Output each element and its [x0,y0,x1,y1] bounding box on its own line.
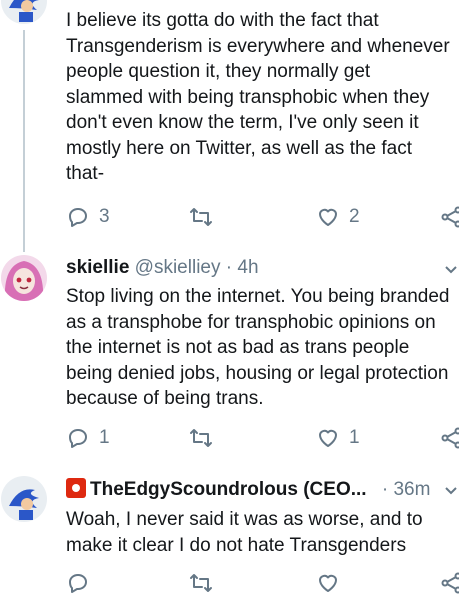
tweet-2[interactable]: skiellie @skielliey · 4h Stop living on … [0,250,459,465]
reply-button[interactable]: 1 [66,426,110,450]
separator-dot: · [381,479,389,500]
tweet-text: Stop living on the internet. You being b… [66,286,450,409]
share-icon [441,572,459,594]
reply-icon [69,574,87,593]
tweet-text: Woah, I never said it was as worse, and … [66,509,423,556]
tweet-header: TheEdgyScoundrolous (CEO... · 36m [66,478,430,501]
like-count: 1 [349,427,360,448]
tweet-3[interactable]: TheEdgyScoundrolous (CEO... · 36m Woah, … [0,470,459,600]
reply-button[interactable]: 3 [66,205,110,229]
avatar-edgy[interactable] [1,0,47,24]
chevron-down-icon[interactable] [444,263,458,277]
reply-button[interactable] [66,571,90,595]
like-count: 2 [349,206,360,227]
avatar-skiellie[interactable] [1,255,47,301]
retweet-icon [190,429,212,447]
like-button[interactable] [316,571,340,595]
reply-icon [69,429,87,448]
display-name[interactable]: skiellie [66,257,129,278]
like-button[interactable]: 1 [316,426,360,450]
retweet-button[interactable] [188,571,214,595]
like-icon [319,429,337,447]
tweet-header: skiellie @skielliey · 4h [66,257,259,279]
chevron-down-icon[interactable] [444,484,458,498]
retweet-icon [190,574,212,592]
share-button[interactable] [440,205,459,229]
like-icon [319,208,337,226]
like-button[interactable]: 2 [316,205,360,229]
flag-icon [66,478,86,498]
thread-line [23,30,25,252]
tweet-1[interactable]: I believe its gotta do with the fact tha… [0,0,459,252]
like-icon [319,574,337,592]
retweet-icon [190,208,212,226]
display-name[interactable]: TheEdgyScoundrolous (CEO... [90,479,367,500]
user-handle[interactable]: @skielliey [135,257,221,278]
retweet-button[interactable] [188,426,214,450]
reply-count: 1 [99,427,110,448]
share-icon [441,206,459,228]
reply-count: 3 [99,206,110,227]
tweet-text: I believe its gotta do with the fact tha… [66,10,450,184]
share-icon [441,427,459,449]
retweet-button[interactable] [188,205,214,229]
timestamp[interactable]: 36m [393,479,430,500]
avatar-edgy[interactable] [1,476,47,522]
share-button[interactable] [440,426,459,450]
timestamp[interactable]: 4h [237,257,258,278]
reply-icon [69,208,87,227]
share-button[interactable] [440,571,459,595]
separator-dot: · [225,257,233,278]
